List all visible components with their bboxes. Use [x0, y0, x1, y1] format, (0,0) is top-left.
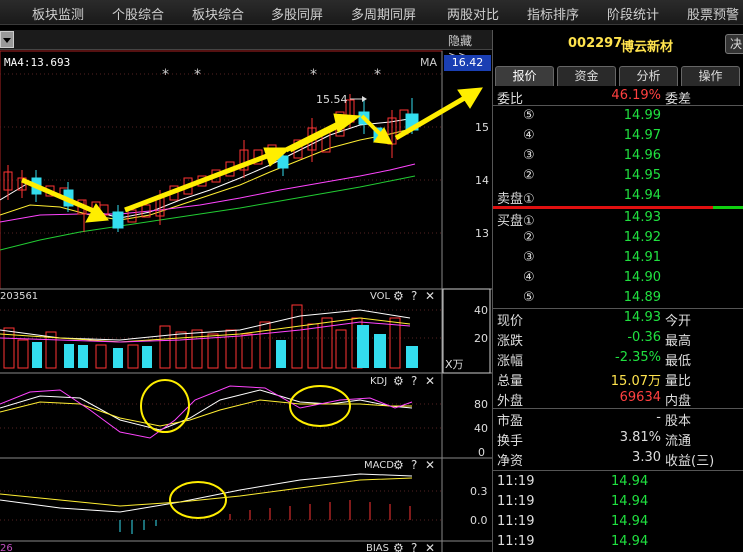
kdj-gear-icon: ⚙	[393, 374, 404, 388]
vol-title: VOL	[370, 291, 391, 302]
menu-multi-stock[interactable]: 多股同屏	[271, 4, 323, 23]
period-dropdown-button[interactable]	[0, 31, 14, 48]
stock-code: 002297	[568, 36, 623, 51]
macd-tick: 0.3	[470, 485, 488, 498]
quote-row: 涨跌 -0.36 最高	[497, 330, 692, 349]
annotation-circle	[289, 385, 351, 427]
signal-star: *	[310, 67, 317, 83]
vol-gear-icon: ⚙	[393, 289, 404, 303]
app-window: { "menu": ["板块监测","个股综合","板块综合","多股同屏","…	[0, 0, 743, 552]
sell-row: ② 14.95	[523, 168, 661, 183]
menu-indicator-sort[interactable]: 指标排序	[527, 4, 579, 23]
volume-bars	[3, 304, 418, 369]
macd-tick: 0.0	[470, 514, 488, 527]
menu-stock-alert[interactable]: 股票预警	[687, 4, 739, 23]
macd-help-icon: ?	[411, 458, 417, 472]
kline-chart[interactable]: * * * * 15.54 15 14 13 40 20 X万 80 40 0 …	[0, 50, 492, 552]
sell-row: 卖盘① 14.94	[497, 188, 661, 207]
macd-close-icon: ✕	[425, 458, 435, 472]
stock-name: 博云新材	[621, 40, 674, 55]
sell-row: ④ 14.97	[523, 128, 661, 143]
candles	[3, 94, 419, 232]
vol-unit: X万	[445, 358, 464, 371]
buy-row: 买盘① 14.93	[497, 210, 661, 229]
tab-quote[interactable]: 报价	[495, 66, 554, 86]
price-tick: 13	[475, 227, 489, 240]
quote-row: 总量 15.07万 量比	[497, 374, 692, 389]
signal-star: *	[374, 67, 381, 83]
quote-panel: 002297 博云新材 决 报价 资金 分析 操作 委比 46.19% 委差 ⑤…	[492, 30, 743, 552]
tab-funds[interactable]: 资金	[557, 66, 616, 86]
trade-row: 11:19 14.94	[497, 514, 649, 529]
menu-stage-stats[interactable]: 阶段统计	[607, 4, 659, 23]
chart-toolbar: 隐藏>>	[0, 30, 492, 63]
bias-left-value: 26	[0, 543, 13, 552]
quote-row: 涨幅 -2.35% 最低	[497, 350, 692, 369]
buy-row: ③ 14.91	[523, 250, 661, 265]
kdj-j	[0, 385, 413, 439]
quote-tabs: 报价 资金 分析 操作	[495, 66, 743, 86]
menu-multi-period[interactable]: 多周期同屏	[351, 4, 416, 23]
menu-sector-overview[interactable]: 板块综合	[192, 4, 244, 23]
high-price-marker: 15.54	[316, 93, 348, 106]
stock-header: 002297 博云新材 决	[493, 30, 743, 58]
vol-tick: 20	[474, 332, 488, 345]
vol-help-icon: ?	[411, 289, 417, 303]
menu-stock-overview[interactable]: 个股综合	[112, 4, 164, 23]
decide-button[interactable]: 决	[725, 34, 743, 54]
signal-star: *	[162, 67, 169, 83]
bias-help-icon: ?	[411, 541, 417, 552]
weibi-value: 46.19%	[611, 88, 661, 103]
tab-analysis[interactable]: 分析	[619, 66, 678, 86]
buy-row: ② 14.92	[523, 230, 661, 245]
sell-row: ⑤ 14.99	[523, 108, 661, 123]
menu-compare[interactable]: 两股对比	[447, 4, 499, 23]
buy-row: ④ 14.90	[523, 270, 661, 285]
weibi-row: 委比 46.19% 委差	[493, 86, 743, 107]
ma-indicator-label: MA	[420, 56, 438, 69]
quote-row: 现价 14.93 今开	[497, 310, 692, 329]
quote-row: 市盈 - 股本	[497, 410, 692, 429]
trend-arrows	[21, 87, 483, 223]
vol-close-icon: ✕	[425, 289, 435, 303]
quote-row: 净资 3.30 收益(三)	[497, 450, 715, 469]
bias-close-icon: ✕	[425, 541, 435, 552]
trade-row: 11:19 14.94	[497, 474, 649, 489]
kdj-tick: 80	[474, 398, 488, 411]
tab-operate[interactable]: 操作	[681, 66, 740, 86]
ma-value-label: MA4:13.693	[4, 56, 71, 69]
trade-row: 11:19 14.94	[497, 534, 649, 549]
annotation-circle	[140, 379, 190, 433]
signal-star: *	[194, 67, 201, 83]
kdj-title: KDJ	[370, 376, 387, 387]
quote-row: 外盘 69634 内盘	[497, 390, 692, 409]
vol-value-label: 203561	[0, 291, 38, 302]
kdj-close-icon: ✕	[425, 374, 435, 388]
ma-line-yellow	[0, 127, 416, 221]
bias-title: BIAS	[366, 543, 389, 552]
vol-ma-white	[0, 309, 411, 341]
price-tick: 15	[475, 121, 489, 134]
ma-line-white	[0, 117, 416, 219]
ma-line-green	[0, 175, 416, 251]
top-menu-bar: 板块监测 个股综合 板块综合 多股同屏 多周期同屏 两股对比 指标排序 阶段统计…	[0, 0, 743, 25]
menu-sector-monitor[interactable]: 板块监测	[32, 4, 84, 23]
macd-title: MACD	[364, 460, 394, 471]
kdj-tick: 40	[474, 422, 488, 435]
trade-row: 11:19 14.94	[497, 494, 649, 509]
quote-row: 换手 3.81% 流通	[497, 430, 692, 449]
last-price-box: 16.42	[444, 55, 491, 71]
buy-row: ⑤ 14.89	[523, 290, 661, 305]
vol-tick: 40	[474, 304, 488, 317]
macd-gear-icon: ⚙	[393, 458, 404, 472]
kdj-help-icon: ?	[411, 374, 417, 388]
sell-row: ③ 14.96	[523, 148, 661, 163]
bias-gear-icon: ⚙	[393, 541, 404, 552]
kdj-tick: 0	[478, 446, 485, 459]
price-tick: 14	[475, 174, 489, 187]
